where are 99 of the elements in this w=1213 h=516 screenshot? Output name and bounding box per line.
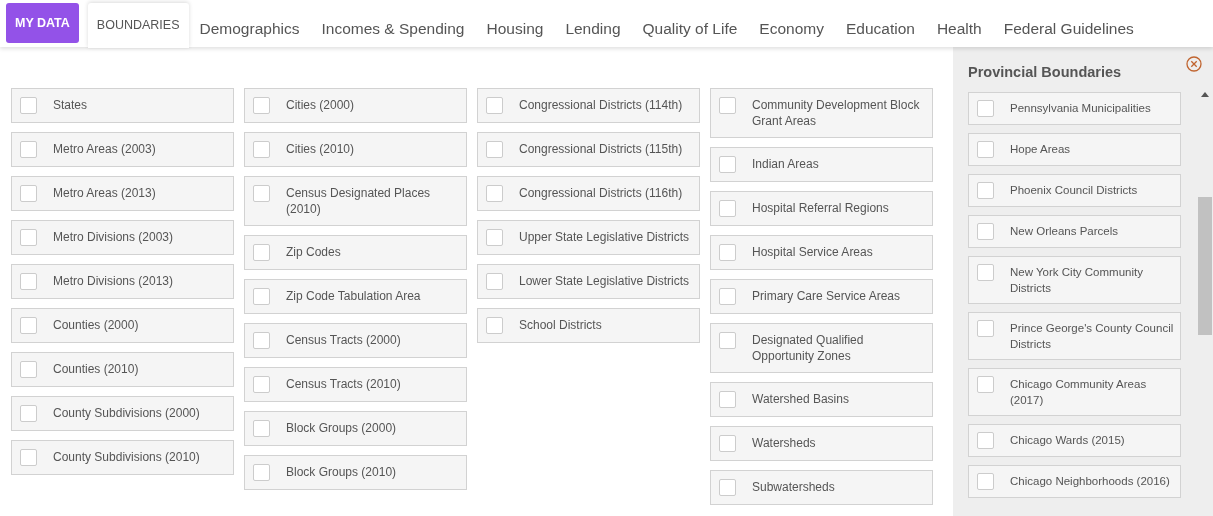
checkbox[interactable] bbox=[719, 97, 736, 114]
checkbox[interactable] bbox=[486, 97, 503, 114]
nav-tab[interactable]: Demographics bbox=[188, 1, 311, 45]
checkbox[interactable] bbox=[486, 141, 503, 158]
checkbox-option[interactable]: Watersheds bbox=[710, 426, 933, 461]
checkbox[interactable] bbox=[977, 181, 994, 199]
checkbox-option[interactable]: Metro Areas (2003) bbox=[11, 132, 234, 167]
checkbox[interactable] bbox=[977, 140, 994, 158]
checkbox-option[interactable]: Hope Areas bbox=[968, 132, 1181, 166]
checkbox[interactable] bbox=[486, 317, 503, 334]
my-data-button[interactable]: MY DATA bbox=[6, 3, 79, 43]
nav-tab[interactable]: Health bbox=[925, 1, 993, 45]
checkbox[interactable] bbox=[486, 273, 503, 290]
checkbox-option[interactable]: Census Designated Places (2010) bbox=[244, 176, 467, 226]
checkbox-option[interactable]: County Subdivisions (2000) bbox=[11, 396, 234, 431]
checkbox-option[interactable]: Zip Code Tabulation Area bbox=[244, 279, 467, 314]
checkbox[interactable] bbox=[486, 185, 503, 202]
checkbox[interactable] bbox=[719, 244, 736, 261]
checkbox-option[interactable]: Block Groups (2010) bbox=[244, 455, 467, 490]
checkbox[interactable] bbox=[719, 288, 736, 305]
checkbox-option[interactable]: Cities (2000) bbox=[244, 88, 467, 123]
checkbox-option[interactable]: School Districts bbox=[477, 308, 700, 343]
checkbox[interactable] bbox=[253, 185, 270, 202]
nav-tab[interactable]: BOUNDARIES bbox=[87, 3, 189, 48]
checkbox-option[interactable]: Watershed Basins bbox=[710, 382, 933, 417]
checkbox-option[interactable]: Metro Divisions (2013) bbox=[11, 264, 234, 299]
checkbox[interactable] bbox=[20, 405, 37, 422]
checkbox-option[interactable]: Pennsylvania Municipalities bbox=[968, 91, 1181, 125]
panel-title: Provincial Boundaries bbox=[968, 63, 1123, 82]
checkbox-option[interactable]: Counties (2010) bbox=[11, 352, 234, 387]
checkbox[interactable] bbox=[977, 431, 994, 449]
nav-tab[interactable]: Federal Guidelines bbox=[992, 1, 1145, 45]
nav-tab[interactable]: Housing bbox=[475, 1, 555, 45]
checkbox-option[interactable]: Indian Areas bbox=[710, 147, 933, 182]
nav-tab[interactable]: Lending bbox=[554, 1, 632, 45]
checkbox-option[interactable]: Chicago Neighborhoods (2016) bbox=[968, 464, 1181, 498]
checkbox[interactable] bbox=[486, 229, 503, 246]
checkbox[interactable] bbox=[20, 185, 37, 202]
checkbox-option[interactable]: New Orleans Parcels bbox=[968, 214, 1181, 248]
checkbox[interactable] bbox=[977, 375, 994, 393]
checkbox[interactable] bbox=[977, 319, 994, 337]
checkbox[interactable] bbox=[719, 435, 736, 452]
checkbox-option[interactable]: Zip Codes bbox=[244, 235, 467, 270]
checkbox[interactable] bbox=[719, 156, 736, 173]
checkbox-option[interactable]: Primary Care Service Areas bbox=[710, 279, 933, 314]
checkbox-option[interactable]: Hospital Referral Regions bbox=[710, 191, 933, 226]
nav-tab[interactable]: Quality of Life bbox=[631, 1, 749, 45]
checkbox[interactable] bbox=[253, 97, 270, 114]
scroll-up-icon[interactable] bbox=[1201, 92, 1209, 97]
checkbox[interactable] bbox=[977, 263, 994, 281]
checkbox[interactable] bbox=[20, 317, 37, 334]
checkbox[interactable] bbox=[253, 464, 270, 481]
checkbox[interactable] bbox=[253, 332, 270, 349]
nav-tab[interactable]: Education bbox=[834, 1, 926, 45]
checkbox[interactable] bbox=[719, 200, 736, 217]
checkbox[interactable] bbox=[977, 222, 994, 240]
checkbox[interactable] bbox=[20, 273, 37, 290]
checkbox-option[interactable]: Community Development Block Grant Areas bbox=[710, 88, 933, 138]
checkbox-option[interactable]: States bbox=[11, 88, 234, 123]
checkbox-option[interactable]: Designated Qualified Opportunity Zones bbox=[710, 323, 933, 373]
checkbox-option[interactable]: Cities (2010) bbox=[244, 132, 467, 167]
checkbox-option[interactable]: Metro Areas (2013) bbox=[11, 176, 234, 211]
close-icon[interactable] bbox=[1186, 56, 1202, 72]
checkbox-option[interactable]: Chicago Community Areas (2017) bbox=[968, 367, 1181, 416]
checkbox-option[interactable]: New York City Community Districts bbox=[968, 255, 1181, 304]
checkbox-option[interactable]: Prince George's County Council Districts bbox=[968, 311, 1181, 360]
checkbox[interactable] bbox=[253, 376, 270, 393]
checkbox[interactable] bbox=[253, 244, 270, 261]
checkbox[interactable] bbox=[719, 391, 736, 408]
checkbox-option[interactable]: Congressional Districts (115th) bbox=[477, 132, 700, 167]
checkbox-option[interactable]: Congressional Districts (116th) bbox=[477, 176, 700, 211]
checkbox[interactable] bbox=[719, 479, 736, 496]
checkbox[interactable] bbox=[20, 97, 37, 114]
checkbox-option[interactable]: Metro Divisions (2003) bbox=[11, 220, 234, 255]
checkbox-option[interactable]: Hospital Service Areas bbox=[710, 235, 933, 270]
checkbox-option[interactable]: Census Tracts (2000) bbox=[244, 323, 467, 358]
checkbox-option[interactable]: Congressional Districts (114th) bbox=[477, 88, 700, 123]
checkbox-option[interactable]: Upper State Legislative Districts bbox=[477, 220, 700, 255]
checkbox-option[interactable]: County Subdivisions (2010) bbox=[11, 440, 234, 475]
checkbox-option[interactable]: Counties (2000) bbox=[11, 308, 234, 343]
checkbox-option[interactable]: Lower State Legislative Districts bbox=[477, 264, 700, 299]
checkbox-option[interactable]: Phoenix Council Districts bbox=[968, 173, 1181, 207]
checkbox-option[interactable]: Block Groups (2000) bbox=[244, 411, 467, 446]
checkbox[interactable] bbox=[20, 141, 37, 158]
checkbox[interactable] bbox=[253, 288, 270, 305]
nav-tab[interactable]: Economy bbox=[748, 1, 835, 45]
nav-tab[interactable]: Incomes & Spending bbox=[310, 1, 476, 45]
checkbox[interactable] bbox=[20, 229, 37, 246]
checkbox[interactable] bbox=[977, 472, 994, 490]
checkbox[interactable] bbox=[20, 449, 37, 466]
checkbox-option[interactable]: Subwatersheds bbox=[710, 470, 933, 505]
checkbox[interactable] bbox=[253, 420, 270, 437]
checkbox[interactable] bbox=[20, 361, 37, 378]
checkbox[interactable] bbox=[719, 332, 736, 349]
scrollbar-thumb[interactable] bbox=[1198, 197, 1212, 335]
checkbox[interactable] bbox=[977, 99, 994, 117]
checkbox[interactable] bbox=[253, 141, 270, 158]
checkbox-option[interactable]: Chicago Wards (2015) bbox=[968, 423, 1181, 457]
checkbox-option[interactable]: Census Tracts (2010) bbox=[244, 367, 467, 402]
